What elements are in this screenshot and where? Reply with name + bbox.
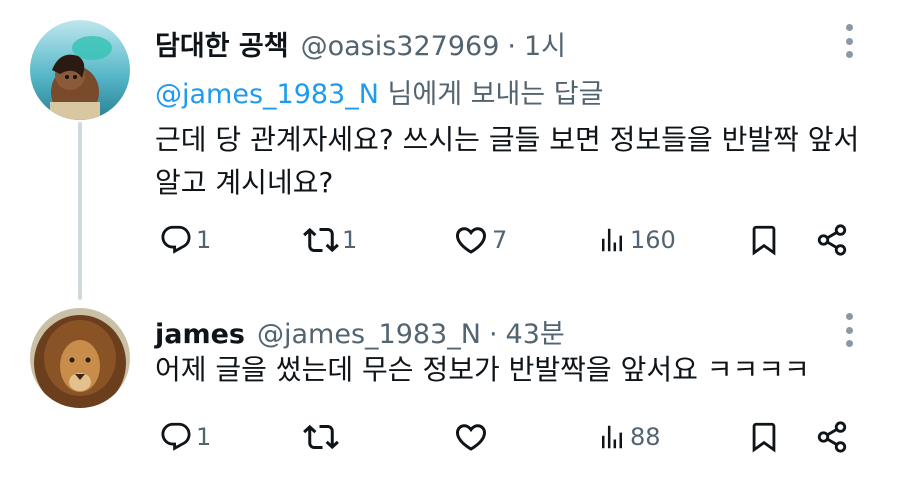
reply-to-label: 님에게 보내는 답글: [378, 79, 604, 110]
share-button[interactable]: [815, 417, 849, 457]
user-handle[interactable]: @james_1983_N: [257, 319, 481, 350]
retweet-icon: [303, 227, 339, 253]
reply-button[interactable]: 1: [159, 220, 211, 260]
avatar[interactable]: [30, 308, 130, 408]
like-button[interactable]: 7: [453, 220, 507, 260]
reply-count: 1: [196, 423, 212, 451]
share-icon: [817, 224, 847, 256]
replying-to: @james_1983_N 님에게 보내는 답글: [155, 72, 603, 111]
tweet-text: 근데 당 관계자세요? 쓰시는 글들 보면 정보들을 반발짝 앞서 알고 계시네…: [155, 123, 860, 199]
timestamp[interactable]: 43분: [506, 312, 565, 351]
more-icon[interactable]: [844, 313, 854, 347]
reply-button[interactable]: 1: [159, 417, 211, 457]
tweet-header: 담대한 공책 @oasis327969 · 1시: [155, 24, 566, 63]
user-handle[interactable]: @oasis327969: [301, 31, 500, 62]
tweet-actions: 1 88: [155, 417, 855, 457]
like-count: 7: [492, 226, 508, 254]
tweet-text: 어제 글을 썼는데 무슨 정보가 반발짝을 앞서요 ㅋㅋㅋㅋ: [155, 353, 810, 386]
views-icon: [602, 425, 622, 449]
tweet-actions: 1 1 7 160: [155, 220, 855, 260]
more-icon[interactable]: [844, 24, 854, 58]
bookmark-icon: [752, 422, 776, 453]
reply-count: 1: [196, 226, 212, 254]
share-button[interactable]: [815, 220, 849, 260]
view-count: 88: [630, 423, 661, 451]
reply-icon: [161, 225, 191, 254]
separator: ·: [507, 31, 516, 62]
timestamp[interactable]: 1시: [524, 24, 566, 63]
display-name[interactable]: james: [155, 319, 245, 350]
view-count: 160: [630, 226, 676, 254]
avatar[interactable]: [30, 20, 130, 120]
retweet-icon: [303, 424, 339, 450]
views-button[interactable]: 160: [597, 220, 676, 260]
separator: ·: [488, 319, 498, 350]
like-button[interactable]: [453, 417, 492, 457]
thread-connector: [78, 122, 82, 300]
views-button[interactable]: 88: [597, 417, 661, 457]
mention-link[interactable]: @james_1983_N: [155, 79, 379, 110]
bookmark-icon: [752, 225, 776, 256]
bookmark-button[interactable]: [747, 417, 781, 457]
bookmark-button[interactable]: [747, 220, 781, 260]
like-icon: [455, 227, 487, 254]
like-icon: [455, 424, 487, 451]
tweet-header: james @james_1983_N · 43분: [155, 312, 565, 351]
share-icon: [817, 421, 847, 453]
display-name[interactable]: 담대한 공책: [155, 24, 289, 63]
views-icon: [602, 228, 622, 252]
retweet-button[interactable]: 1: [303, 220, 357, 260]
retweet-button[interactable]: [303, 417, 342, 457]
reply-icon: [161, 422, 191, 451]
retweet-count: 1: [342, 226, 358, 254]
